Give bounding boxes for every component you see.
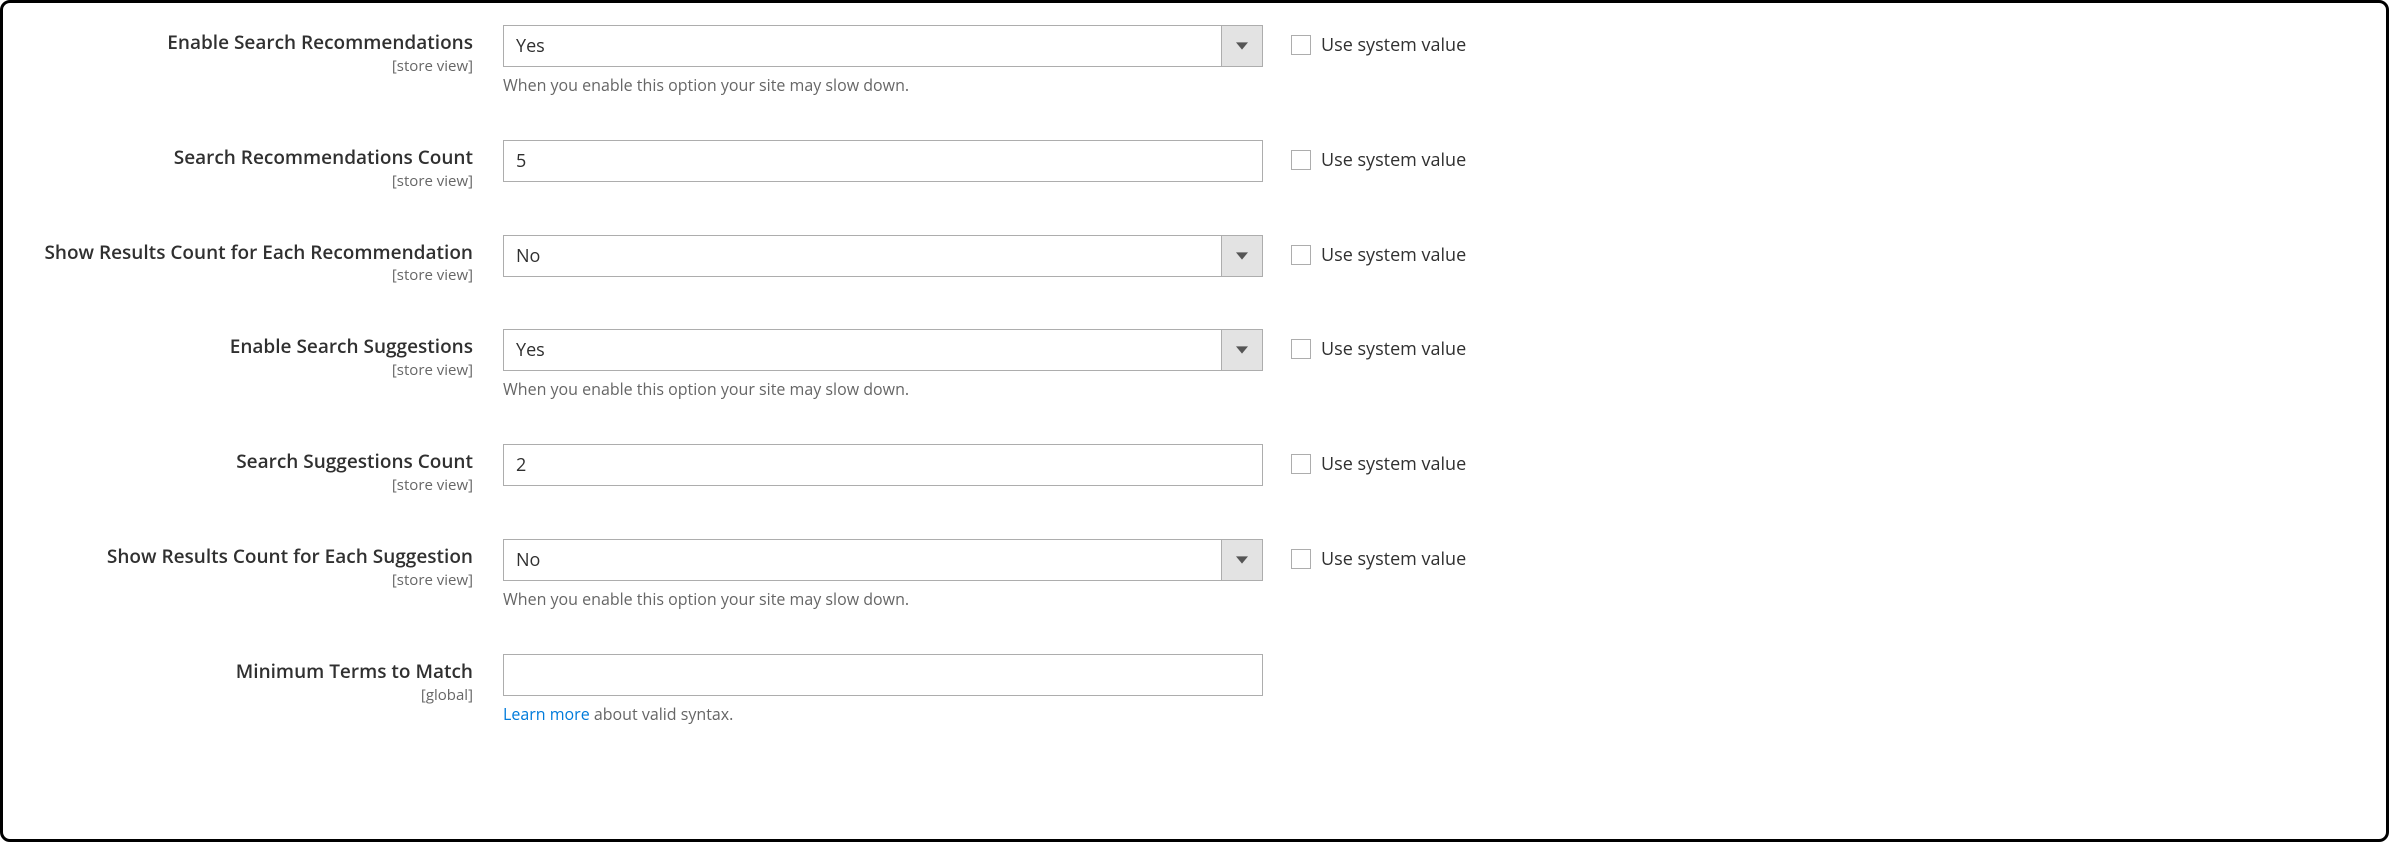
scope-label: [store view] (43, 265, 473, 285)
select-show-results-suggestion[interactable] (503, 539, 1263, 581)
input-minimum-terms[interactable] (503, 654, 1263, 696)
select-enable-suggestions[interactable] (503, 329, 1263, 371)
row-recommendations-count: Search Recommendations Count [store view… (43, 140, 2346, 191)
field-label: Search Suggestions Count (43, 450, 473, 473)
use-system-value-checkbox[interactable] (1291, 454, 1311, 474)
inherit-col: Use system value (1263, 539, 1466, 571)
select-show-results-recommendation[interactable] (503, 235, 1263, 277)
inherit-col: Use system value (1263, 329, 1466, 361)
config-form: Enable Search Recommendations [store vie… (0, 0, 2389, 842)
use-system-value-checkbox[interactable] (1291, 549, 1311, 569)
input-recommendations-count[interactable] (503, 140, 1263, 182)
select-enable-recommendations[interactable] (503, 25, 1263, 67)
use-system-value-label[interactable]: Use system value (1321, 243, 1466, 267)
label-col: Search Suggestions Count [store view] (43, 444, 503, 495)
field-note: When you enable this option your site ma… (503, 75, 1263, 96)
field-col (503, 235, 1263, 277)
learn-more-link[interactable]: Learn more (503, 703, 590, 725)
label-col: Show Results Count for Each Recommendati… (43, 235, 503, 286)
select-value[interactable] (503, 329, 1221, 371)
label-col: Show Results Count for Each Suggestion [… (43, 539, 503, 590)
use-system-value-label[interactable]: Use system value (1321, 547, 1466, 571)
field-label: Show Results Count for Each Suggestion (43, 545, 473, 568)
field-label: Show Results Count for Each Recommendati… (43, 241, 473, 264)
chevron-down-icon (1221, 235, 1263, 277)
input-suggestions-count[interactable] (503, 444, 1263, 486)
field-col (503, 140, 1263, 182)
field-col (503, 444, 1263, 486)
use-system-value-checkbox[interactable] (1291, 150, 1311, 170)
select-value[interactable] (503, 235, 1221, 277)
field-note: Learn more about valid syntax. (503, 704, 1263, 725)
field-col: When you enable this option your site ma… (503, 25, 1263, 96)
use-system-value-checkbox[interactable] (1291, 339, 1311, 359)
use-system-value-label[interactable]: Use system value (1321, 337, 1466, 361)
scope-label: [global] (43, 685, 473, 705)
scope-label: [store view] (43, 171, 473, 191)
scope-label: [store view] (43, 475, 473, 495)
use-system-value-checkbox[interactable] (1291, 245, 1311, 265)
scope-label: [store view] (43, 360, 473, 380)
field-label: Minimum Terms to Match (43, 660, 473, 683)
label-col: Minimum Terms to Match [global] (43, 654, 503, 705)
chevron-down-icon (1221, 329, 1263, 371)
inherit-col: Use system value (1263, 25, 1466, 57)
row-show-results-suggestion: Show Results Count for Each Suggestion [… (43, 539, 2346, 610)
field-note: When you enable this option your site ma… (503, 379, 1263, 400)
use-system-value-label[interactable]: Use system value (1321, 33, 1466, 57)
field-col: Learn more about valid syntax. (503, 654, 1263, 725)
inherit-col: Use system value (1263, 140, 1466, 172)
select-value[interactable] (503, 539, 1221, 581)
select-value[interactable] (503, 25, 1221, 67)
use-system-value-label[interactable]: Use system value (1321, 452, 1466, 476)
row-show-results-recommendation: Show Results Count for Each Recommendati… (43, 235, 2346, 286)
field-label: Search Recommendations Count (43, 146, 473, 169)
chevron-down-icon (1221, 539, 1263, 581)
field-label: Enable Search Recommendations (43, 31, 473, 54)
row-suggestions-count: Search Suggestions Count [store view] Us… (43, 444, 2346, 495)
use-system-value-label[interactable]: Use system value (1321, 148, 1466, 172)
scope-label: [store view] (43, 56, 473, 76)
chevron-down-icon (1221, 25, 1263, 67)
scope-label: [store view] (43, 570, 473, 590)
field-col: When you enable this option your site ma… (503, 329, 1263, 400)
field-note: When you enable this option your site ma… (503, 589, 1263, 610)
row-minimum-terms: Minimum Terms to Match [global] Learn mo… (43, 654, 2346, 725)
label-col: Enable Search Recommendations [store vie… (43, 25, 503, 76)
use-system-value-checkbox[interactable] (1291, 35, 1311, 55)
label-col: Search Recommendations Count [store view… (43, 140, 503, 191)
note-rest: about valid syntax. (590, 703, 734, 725)
row-enable-suggestions: Enable Search Suggestions [store view] W… (43, 329, 2346, 400)
row-enable-recommendations: Enable Search Recommendations [store vie… (43, 25, 2346, 96)
inherit-col: Use system value (1263, 444, 1466, 476)
label-col: Enable Search Suggestions [store view] (43, 329, 503, 380)
field-label: Enable Search Suggestions (43, 335, 473, 358)
inherit-col: Use system value (1263, 235, 1466, 267)
field-col: When you enable this option your site ma… (503, 539, 1263, 610)
